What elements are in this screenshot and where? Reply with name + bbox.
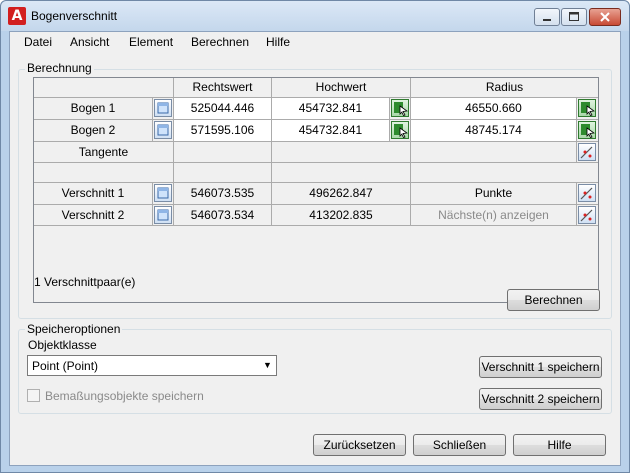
bogen-1-radius-pick-button[interactable]: [578, 99, 596, 117]
row-label-bogen-2: Bogen 2: [34, 120, 152, 141]
maximize-button[interactable]: [561, 8, 587, 26]
bogen-2-pick-cell: [390, 120, 410, 141]
select-object-icon: [157, 124, 169, 136]
naechste-anzeigen-button[interactable]: [578, 206, 596, 224]
window-title: Bogenverschnitt: [31, 9, 118, 23]
bemassungsobjekte-checkbox[interactable]: [27, 389, 40, 402]
minimize-icon: [543, 19, 551, 21]
pick-radius-icon: [581, 102, 595, 116]
menu-ansicht[interactable]: Ansicht: [70, 35, 109, 49]
tangente-pick-cell: [577, 142, 598, 162]
grid-header-empty: [34, 78, 173, 97]
bogen-2-radius-pick-cell: [577, 120, 598, 141]
menu-hilfe[interactable]: Hilfe: [266, 35, 290, 49]
title-bar[interactable]: A Bogenverschnitt: [1, 1, 629, 31]
header-hochwert: Hochwert: [272, 78, 410, 97]
bogen-1-rechtswert[interactable]: 525044.446: [174, 98, 271, 119]
punkte-label: Punkte: [411, 183, 576, 204]
punkte-pick-button[interactable]: [578, 184, 596, 202]
close-window-button[interactable]: [589, 8, 621, 26]
select-object-icon: [157, 209, 169, 221]
verschnitt-1-hochwert: 496262.847: [272, 183, 410, 204]
bogen-2-radius[interactable]: 48745.174: [411, 120, 576, 141]
intersect-icon: [580, 209, 593, 222]
verschnitt-2-select-button[interactable]: [154, 206, 172, 224]
hilfe-button[interactable]: Hilfe: [513, 434, 606, 456]
bogen-2-select-button[interactable]: [154, 121, 172, 139]
naechste-anzeigen-label[interactable]: Nächste(n) anzeigen: [411, 205, 576, 225]
bogen-1-radius-pick-cell: [577, 98, 598, 119]
objektklasse-value: Point (Point): [32, 359, 99, 373]
verschnitt-1-select-button[interactable]: [154, 184, 172, 202]
pick-radius-icon: [581, 124, 595, 138]
bogen-2-hochwert[interactable]: 454732.841: [272, 120, 389, 141]
objektklasse-select[interactable]: Point (Point) ▼: [27, 355, 277, 376]
verschnitt-1-speichern-button[interactable]: Verschnitt 1 speichern: [479, 356, 602, 378]
bogen-2-rechtswert[interactable]: 571595.106: [174, 120, 271, 141]
empty-row-hochwert: [272, 163, 410, 182]
verschnitt-1-rechtswert: 546073.535: [174, 183, 271, 204]
bogen-1-radius[interactable]: 46550.660: [411, 98, 576, 119]
close-icon: [600, 12, 610, 22]
verschnitt-2-rechtswert: 546073.534: [174, 205, 271, 225]
app-icon: A: [8, 7, 26, 25]
berechnung-label: Berechnung: [25, 61, 94, 75]
menu-datei[interactable]: Datei: [24, 35, 52, 49]
row-label-verschnitt-2: Verschnitt 2: [34, 205, 152, 225]
menu-bar: Datei Ansicht Element Berechnen Hilfe: [10, 32, 620, 52]
menu-element[interactable]: Element: [129, 35, 173, 49]
empty-row-label: [34, 163, 173, 182]
row-label-bogen-1: Bogen 1: [34, 98, 152, 119]
bogen-2-select-cell: [153, 120, 173, 141]
select-object-icon: [157, 187, 169, 199]
minimize-button[interactable]: [534, 8, 560, 26]
punkte-pick-cell: [577, 183, 598, 204]
speicheroptionen-label: Speicheroptionen: [25, 322, 123, 336]
bogen-2-radius-pick-button[interactable]: [578, 121, 596, 139]
verschnitt-2-select-cell: [153, 205, 173, 225]
verschnitt-2-speichern-button[interactable]: Verschnitt 2 speichern: [479, 388, 602, 410]
schliessen-button[interactable]: Schließen: [413, 434, 506, 456]
bemassungsobjekte-label: Bemaßungsobjekte speichern: [45, 389, 204, 403]
intersect-icon: [580, 187, 593, 200]
verschnittpaar-status: 1 Verschnittpaar(e): [34, 275, 136, 289]
naechste-pick-cell: [577, 205, 598, 225]
tangente-pick-button[interactable]: [578, 143, 596, 161]
pick-point-icon: [394, 124, 408, 138]
objektklasse-label: Objektklasse: [28, 338, 97, 352]
tangent-icon: [580, 146, 593, 159]
dialog-client: Datei Ansicht Element Berechnen Hilfe Be…: [9, 31, 621, 466]
verschnitt-1-select-cell: [153, 183, 173, 204]
row-label-verschnitt-1: Verschnitt 1: [34, 183, 152, 204]
berechnung-grid: Rechtswert Hochwert Radius Bogen 1 52504…: [33, 77, 599, 303]
verschnitt-2-hochwert: 413202.835: [272, 205, 410, 225]
bogen-1-pick-point-button[interactable]: [391, 99, 409, 117]
berechnen-button[interactable]: Berechnen: [507, 289, 600, 311]
bogen-1-pick-cell: [390, 98, 410, 119]
bogen-1-select-button[interactable]: [154, 99, 172, 117]
bogen-1-select-cell: [153, 98, 173, 119]
maximize-icon: [569, 12, 579, 21]
bogen-1-hochwert[interactable]: 454732.841: [272, 98, 389, 119]
chevron-down-icon: ▼: [263, 360, 272, 370]
header-radius: Radius: [411, 78, 598, 97]
pick-point-icon: [394, 102, 408, 116]
tangente-hochwert: [272, 142, 410, 162]
tangente-radius: [411, 142, 576, 162]
tangente-rechtswert: [174, 142, 271, 162]
dialog-window: A Bogenverschnitt Datei Ansicht Element …: [0, 0, 630, 473]
menu-berechnen[interactable]: Berechnen: [191, 35, 249, 49]
select-object-icon: [157, 102, 169, 114]
empty-row-rechtswert: [174, 163, 271, 182]
row-label-tangente: Tangente: [34, 142, 173, 162]
empty-row-radius: [411, 163, 598, 182]
zuruecksetzen-button[interactable]: Zurücksetzen: [313, 434, 406, 456]
header-rechtswert: Rechtswert: [174, 78, 271, 97]
bogen-2-pick-point-button[interactable]: [391, 121, 409, 139]
